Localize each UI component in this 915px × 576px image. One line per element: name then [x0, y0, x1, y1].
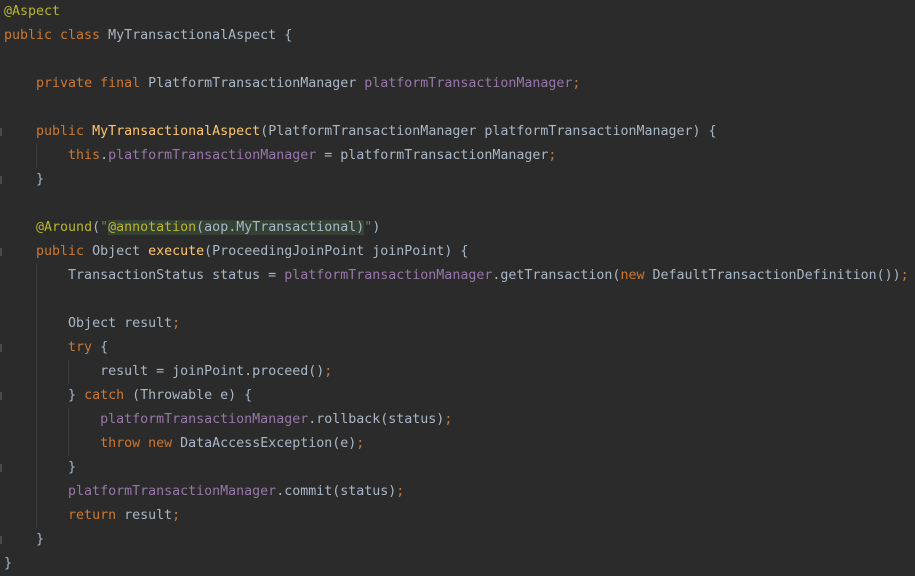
code-line[interactable]: @Around("@annotation(aop.MyTransactional…: [4, 216, 380, 240]
code-editor[interactable]: @Aspect public class MyTransactionalAspec…: [0, 0, 915, 576]
code-token: (PlatformTransactionManager platformTran…: [260, 124, 717, 139]
code-line[interactable]: try {: [4, 336, 108, 360]
code-token: ;: [324, 364, 333, 379]
code-token: try: [68, 340, 101, 355]
code-token: public: [36, 244, 93, 259]
code-token: platformTransactionManager: [100, 412, 309, 427]
code-line[interactable]: this.platformTransactionManager = platfo…: [4, 144, 556, 168]
code-token: platformTransactionManager: [364, 76, 573, 91]
code-token: (aop.MyTransactional): [196, 220, 365, 235]
code-line[interactable]: public Object execute(ProceedingJoinPoin…: [4, 240, 468, 264]
fold-marker[interactable]: [0, 464, 2, 472]
code-token: (Throwable e) {: [132, 388, 253, 403]
code-line[interactable]: platformTransactionManager.commit(status…: [4, 480, 404, 504]
code-token: }: [4, 172, 45, 187]
code-line[interactable]: return result;: [4, 504, 180, 528]
code-token: @annotation: [108, 220, 197, 235]
code-token: Object result: [68, 316, 173, 331]
code-token: execute: [148, 244, 205, 259]
code-line[interactable]: }: [4, 168, 44, 192]
code-token: @Aspect: [4, 4, 61, 19]
code-token: platformTransactionManager: [68, 484, 277, 499]
code-token: ;: [172, 508, 181, 523]
code-line[interactable]: }: [4, 456, 76, 480]
code-token: result = joinPoint.proceed(): [100, 364, 325, 379]
code-token: ;: [444, 412, 453, 427]
code-line[interactable]: result = joinPoint.proceed();: [4, 360, 332, 384]
code-token: .commit(status): [276, 484, 397, 499]
code-token: platformTransactionManager: [284, 268, 493, 283]
fold-marker[interactable]: [0, 248, 2, 256]
code-token: platformTransactionManager: [108, 148, 317, 163]
fold-marker[interactable]: [0, 392, 2, 400]
code-token: public: [36, 124, 93, 139]
fold-marker[interactable]: [0, 536, 2, 544]
code-line[interactable]: platformTransactionManager.rollback(stat…: [4, 408, 452, 432]
code-line[interactable]: }: [4, 552, 12, 576]
code-token: }: [4, 460, 77, 475]
code-token: {: [100, 340, 109, 355]
code-token: public class: [4, 28, 109, 43]
fold-marker[interactable]: [0, 344, 2, 352]
code-token: .rollback(status): [308, 412, 445, 427]
code-token: .getTransaction(: [492, 268, 621, 283]
code-line[interactable]: public class MyTransactionalAspect {: [4, 24, 292, 48]
code-line[interactable]: public MyTransactionalAspect(PlatformTra…: [4, 120, 717, 144]
code-token: (: [92, 220, 101, 235]
code-token: ": [100, 220, 109, 235]
code-token: PlatformTransactionManager: [148, 76, 365, 91]
code-token: ): [372, 220, 381, 235]
code-token: Object: [92, 244, 149, 259]
code-token: }: [4, 532, 45, 547]
code-token: @Around: [36, 220, 93, 235]
code-token: }: [4, 556, 13, 571]
code-line[interactable]: }: [4, 528, 44, 552]
code-line[interactable]: throw new DataAccessException(e);: [4, 432, 364, 456]
code-token: ;: [356, 436, 365, 451]
code-line[interactable]: private final PlatformTransactionManager…: [4, 72, 580, 96]
code-line[interactable]: TransactionStatus status = platformTrans…: [4, 264, 909, 288]
code-token: ;: [900, 268, 909, 283]
code-line[interactable]: @Aspect: [4, 0, 60, 24]
code-token: this: [68, 148, 101, 163]
code-token: ;: [172, 316, 181, 331]
code-token: }: [68, 388, 85, 403]
fold-marker[interactable]: [0, 176, 2, 184]
code-token: private final: [36, 76, 149, 91]
code-token: DefaultTransactionDefinition()): [652, 268, 901, 283]
code-line[interactable]: Object result;: [4, 312, 180, 336]
code-token: DataAccessException(e): [180, 436, 357, 451]
code-token: ;: [548, 148, 557, 163]
code-line[interactable]: } catch (Throwable e) {: [4, 384, 252, 408]
code-token: = platformTransactionManager: [316, 148, 549, 163]
code-token: MyTransactionalAspect: [92, 124, 261, 139]
code-token: MyTransactionalAspect {: [108, 28, 293, 43]
code-token: return: [68, 508, 125, 523]
code-token: TransactionStatus status =: [68, 268, 285, 283]
code-token: ;: [572, 76, 581, 91]
fold-marker[interactable]: [0, 128, 2, 136]
code-token: .: [100, 148, 109, 163]
code-token: catch: [84, 388, 133, 403]
code-token: new: [620, 268, 653, 283]
code-token: result: [124, 508, 173, 523]
code-token: throw new: [100, 436, 181, 451]
code-token: ;: [396, 484, 405, 499]
code-token: (ProceedingJoinPoint joinPoint) {: [204, 244, 469, 259]
